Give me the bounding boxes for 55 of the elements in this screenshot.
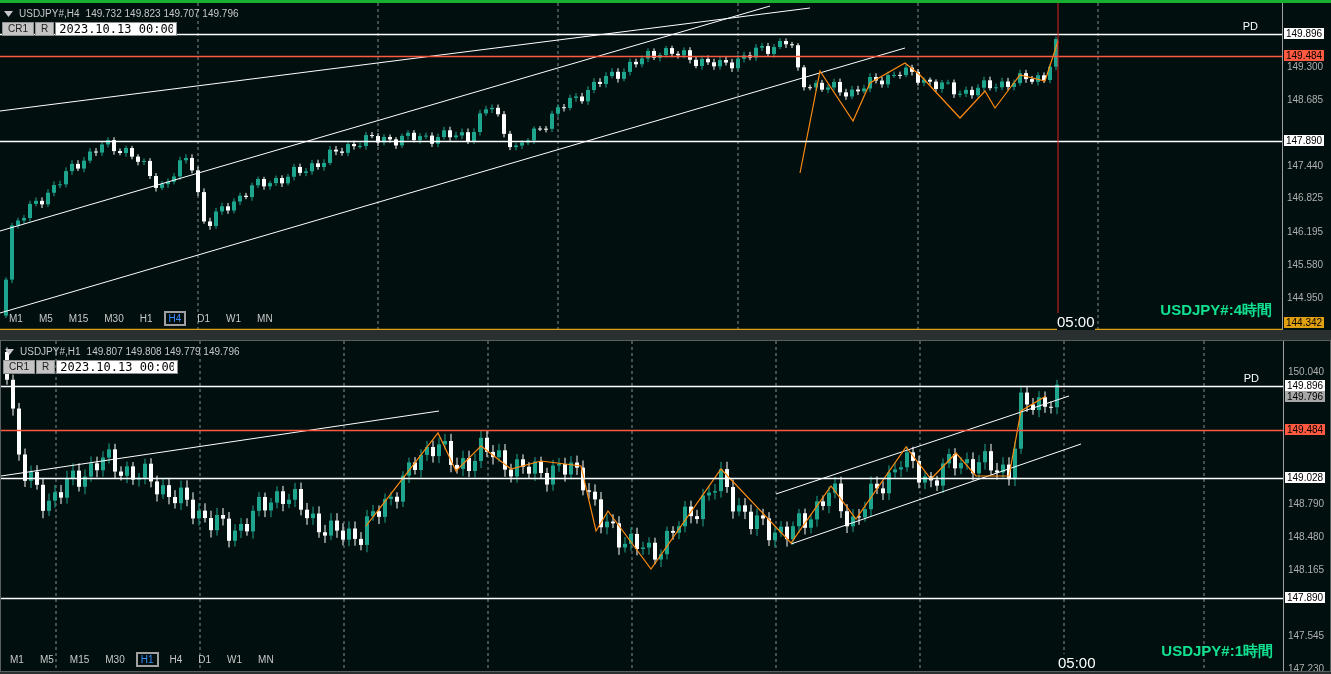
price-tick: 149.300 xyxy=(1287,61,1324,73)
timeframe-tab[interactable]: H4 xyxy=(164,652,188,667)
timeframe-tab[interactable]: M15 xyxy=(64,652,95,667)
price-label: 147.890 xyxy=(1284,134,1325,146)
price-label: 149.484 xyxy=(1284,50,1325,62)
timeframe-tab[interactable]: H4 xyxy=(163,311,187,326)
price-tick: 148.685 xyxy=(1287,93,1324,106)
timeframe-tab[interactable]: M5 xyxy=(33,311,58,326)
price-tick: 147.440 xyxy=(1287,159,1324,172)
timeframe-tab[interactable]: D1 xyxy=(192,311,216,326)
timeframe-tab[interactable]: W1 xyxy=(222,652,248,667)
price-tick: 148.165 xyxy=(1288,564,1325,577)
timeframe-tab[interactable]: M1 xyxy=(4,311,28,326)
chart-caption: USDJPY#:4時間 xyxy=(1160,301,1272,320)
price-tick: 148.480 xyxy=(1288,530,1325,543)
symbol-label: USDJPY#,H4 xyxy=(19,8,80,19)
timeframe-tab[interactable]: M30 xyxy=(100,652,130,667)
price-tick: 147.545 xyxy=(1288,629,1325,642)
price-label: 149.796 xyxy=(1285,390,1326,402)
price-label: 144.342 xyxy=(1284,317,1325,328)
toolbar-button[interactable]: CR1 xyxy=(2,22,34,36)
price-label: 149.028 xyxy=(1285,471,1326,483)
timeframe-tab[interactable]: M30 xyxy=(99,311,129,326)
price-label: 147.890 xyxy=(1285,592,1326,604)
timeframe-tab[interactable]: M1 xyxy=(5,652,29,667)
toolbar-button[interactable]: R xyxy=(36,360,56,374)
price-tick: 144.950 xyxy=(1287,292,1324,304)
chart-caption: USDJPY#:1時間 xyxy=(1161,642,1273,661)
price-label: 149.896 xyxy=(1285,380,1326,392)
date-field[interactable]: 2023.10.13 00:00 xyxy=(56,360,179,374)
price-tick: 146.195 xyxy=(1287,225,1324,238)
symbol-label: USDJPY#,H1 xyxy=(20,346,81,357)
quote-values: 149.732 149.823 149.707 149.796 xyxy=(85,8,239,19)
timeframe-tab[interactable]: MN xyxy=(252,311,278,326)
level-tag: PD xyxy=(1243,372,1259,385)
quote-values: 149.807 149.808 149.779 149.796 xyxy=(86,346,240,357)
timeframe-tab[interactable]: H1 xyxy=(134,311,158,326)
timeframe-tab[interactable]: MN xyxy=(253,652,279,667)
timeframe-tab[interactable]: H1 xyxy=(135,652,159,667)
toolbar-button[interactable]: CR1 xyxy=(3,360,35,374)
level-tag: PD xyxy=(1242,20,1258,33)
price-tick: 146.825 xyxy=(1287,192,1324,205)
date-field[interactable]: 2023.10.13 00:00 xyxy=(55,22,178,36)
price-tick: 150.040 xyxy=(1288,366,1325,378)
toolbar-button[interactable]: R xyxy=(35,22,55,36)
time-label: 05:00 xyxy=(1057,313,1095,330)
timeframe-tab[interactable]: W1 xyxy=(221,311,247,326)
price-tick: 148.790 xyxy=(1288,498,1325,511)
timeframe-tab[interactable]: D1 xyxy=(193,652,217,667)
price-tick: 145.580 xyxy=(1287,258,1324,271)
price-label: 149.896 xyxy=(1284,28,1325,40)
time-label: 05:00 xyxy=(1058,654,1096,671)
price-label: 149.484 xyxy=(1285,423,1326,435)
timeframe-tab[interactable]: M15 xyxy=(63,311,94,326)
timeframe-tab[interactable]: M5 xyxy=(34,652,59,667)
